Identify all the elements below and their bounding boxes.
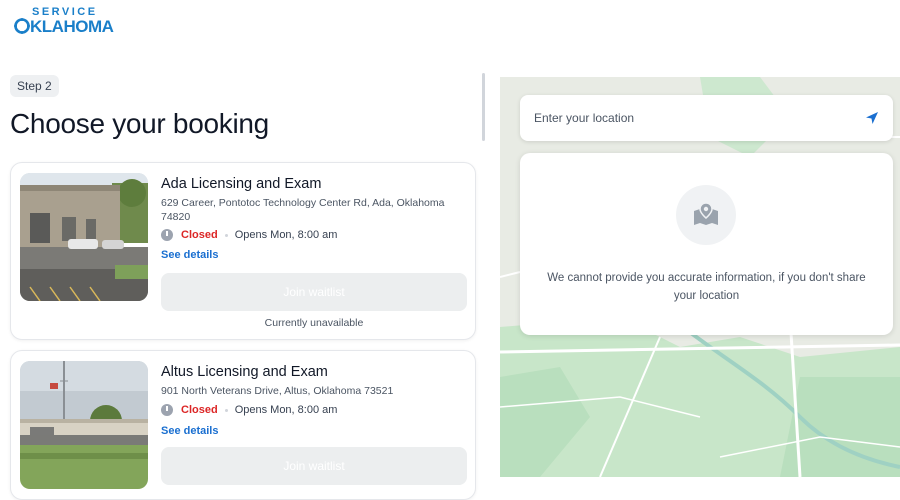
location-card[interactable]: Altus Licensing and Exam 901 North Veter… xyxy=(10,350,476,500)
see-details-link[interactable]: See details xyxy=(161,249,218,261)
separator-dot xyxy=(224,233,228,237)
status-closed-label: Closed xyxy=(181,229,218,241)
location-name: Altus Licensing and Exam xyxy=(161,364,328,380)
map-pin-icon xyxy=(676,185,736,245)
clock-icon xyxy=(161,404,173,416)
location-photo xyxy=(20,361,148,489)
location-status: Closed Opens Mon, 8:00 am xyxy=(161,404,337,416)
location-address: 901 North Veterans Drive, Altus, Oklahom… xyxy=(161,385,394,397)
see-details-link[interactable]: See details xyxy=(161,425,218,437)
location-info-card: We cannot provide you accurate informati… xyxy=(520,153,893,335)
clock-icon xyxy=(161,229,173,241)
join-waitlist-button[interactable]: Join waitlist xyxy=(161,447,467,485)
scrollbar-thumb[interactable] xyxy=(482,73,485,141)
location-permission-message: We cannot provide you accurate informati… xyxy=(547,272,866,302)
page-title: Choose your booking xyxy=(10,108,269,139)
join-waitlist-button[interactable]: Join waitlist xyxy=(161,273,467,311)
logo-emblem-icon xyxy=(14,18,30,34)
opening-hours: Opens Mon, 8:00 am xyxy=(234,229,338,241)
service-oklahoma-logo[interactable]: SERVICE KLAHOMA xyxy=(14,6,124,38)
location-status: Closed Opens Mon, 8:00 am xyxy=(161,229,337,241)
map-panel[interactable]: We cannot provide you accurate informati… xyxy=(500,77,900,477)
location-card[interactable]: Ada Licensing and Exam 629 Career, Ponto… xyxy=(10,162,476,340)
location-search-box xyxy=(520,95,893,141)
location-photo xyxy=(20,173,148,301)
status-closed-label: Closed xyxy=(181,404,218,416)
locate-me-icon[interactable] xyxy=(863,109,881,127)
location-search-input[interactable] xyxy=(534,107,854,129)
location-address: 629 Career, Pontotoc Technology Center R… xyxy=(161,197,445,223)
availability-text: Currently unavailable xyxy=(264,317,364,329)
opening-hours: Opens Mon, 8:00 am xyxy=(234,404,338,416)
step-badge: Step 2 xyxy=(10,75,59,97)
booking-panel: Step 2 Choose your booking Ada Licensing… xyxy=(0,70,490,500)
logo-oklahoma-text: KLAHOMA xyxy=(14,16,114,37)
location-name: Ada Licensing and Exam xyxy=(161,176,322,192)
separator-dot xyxy=(224,408,228,412)
